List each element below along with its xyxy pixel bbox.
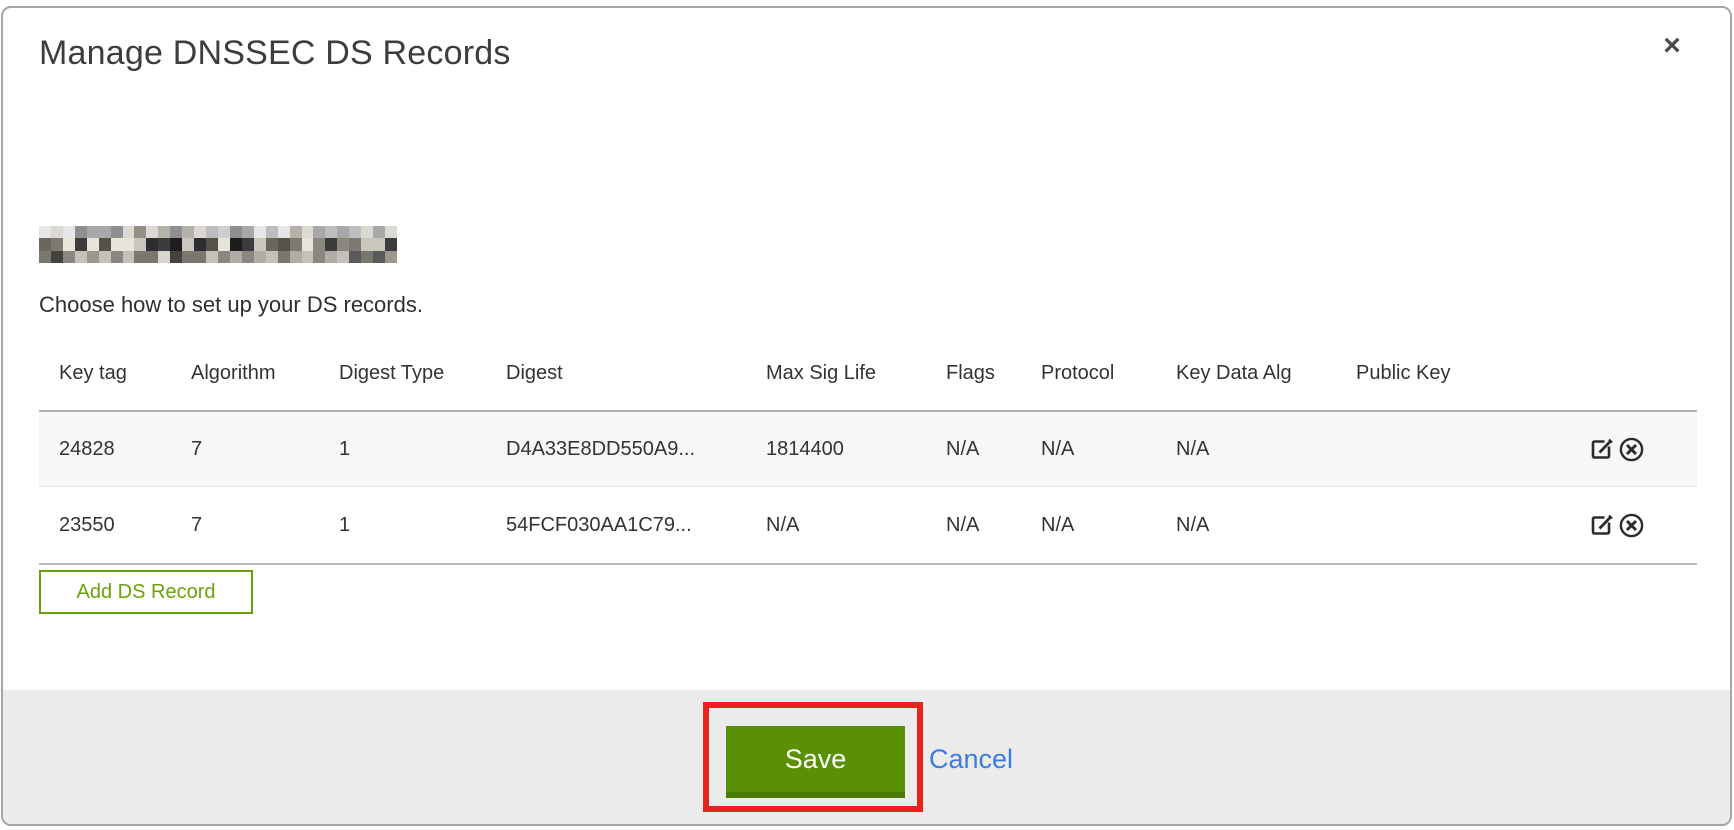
col-header-public-key: Public Key [1336,362,1516,385]
cell-protocol: N/A [1021,438,1156,461]
cell-digest: D4A33E8DD550A9... [486,438,746,461]
row-actions [1516,512,1697,539]
col-header-key-tag: Key tag [39,362,171,385]
col-header-key-data-alg: Key Data Alg [1156,362,1336,385]
col-header-flags: Flags [926,362,1021,385]
ds-records-table: Key tag Algorithm Digest Type Digest Max… [39,336,1697,565]
save-button[interactable]: Save [726,726,905,798]
redacted-domain-name [39,226,397,263]
cancel-link[interactable]: Cancel [929,744,1013,775]
close-icon[interactable]: × [1654,28,1690,64]
cell-digest-type: 1 [319,438,486,461]
cell-max-sig-life: 1814400 [746,438,926,461]
col-header-digest: Digest [486,362,746,385]
table-row: 23550 7 1 54FCF030AA1C79... N/A N/A N/A … [39,486,1697,565]
edit-icon[interactable] [1589,512,1616,539]
cell-digest: 54FCF030AA1C79... [486,514,746,537]
cell-algorithm: 7 [171,514,319,537]
row-actions [1516,436,1697,463]
dialog-footer: Save Cancel [3,690,1730,824]
cell-digest-type: 1 [319,514,486,537]
cell-key-data-alg: N/A [1156,438,1336,461]
instruction-text: Choose how to set up your DS records. [39,292,423,318]
col-header-max-sig-life: Max Sig Life [746,362,926,385]
delete-icon[interactable] [1618,512,1645,539]
manage-dnssec-dialog: Manage DNSSEC DS Records × Choose how to… [1,6,1732,826]
cell-flags: N/A [926,514,1021,537]
col-header-protocol: Protocol [1021,362,1156,385]
cell-key-tag: 24828 [39,438,171,461]
table-header-row: Key tag Algorithm Digest Type Digest Max… [39,336,1697,410]
cell-key-tag: 23550 [39,514,171,537]
cell-flags: N/A [926,438,1021,461]
col-header-algorithm: Algorithm [171,362,319,385]
cell-protocol: N/A [1021,514,1156,537]
delete-icon[interactable] [1618,436,1645,463]
add-ds-record-button[interactable]: Add DS Record [39,570,253,614]
cell-key-data-alg: N/A [1156,514,1336,537]
table-row: 24828 7 1 D4A33E8DD550A9... 1814400 N/A … [39,410,1697,486]
col-header-digest-type: Digest Type [319,362,486,385]
page-title: Manage DNSSEC DS Records [39,34,511,73]
cell-max-sig-life: N/A [746,514,926,537]
edit-icon[interactable] [1589,436,1616,463]
cell-algorithm: 7 [171,438,319,461]
